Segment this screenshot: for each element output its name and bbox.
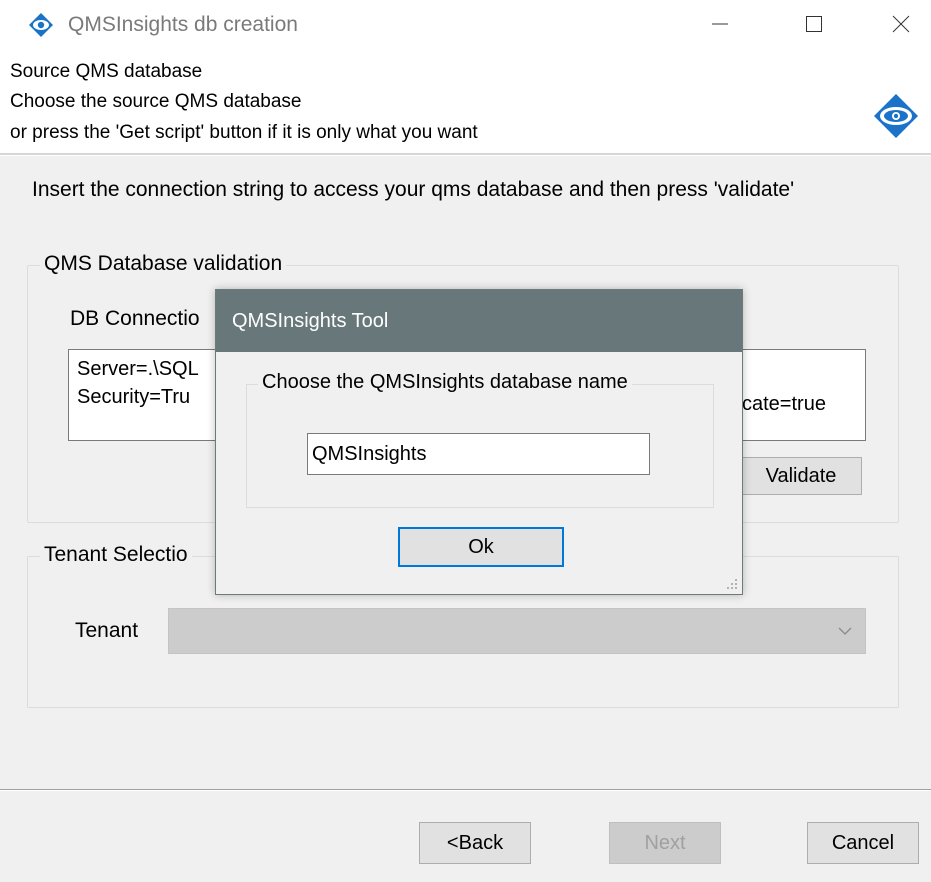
back-button[interactable]: <Back — [419, 822, 531, 864]
db-name-dialog: QMSInsights Tool Choose the QMSInsights … — [215, 289, 743, 595]
header-title: Source QMS database — [10, 61, 203, 82]
wizard-header: Source QMS database Choose the source QM… — [0, 56, 931, 153]
close-icon — [892, 15, 910, 33]
minimize-icon — [712, 23, 728, 25]
header-subtitle: Choose the source QMS database — [10, 91, 302, 112]
dialog-title-bar[interactable]: QMSInsights Tool — [216, 290, 742, 352]
connection-string-line2: Security=Tru — [77, 386, 191, 408]
footer-divider — [0, 789, 931, 791]
minimize-button[interactable] — [690, 0, 750, 48]
header-divider — [0, 153, 931, 156]
db-connection-label: DB Connectio — [70, 307, 200, 330]
maximize-icon — [806, 16, 822, 32]
chevron-down-icon — [838, 627, 852, 635]
tenant-select[interactable] — [168, 608, 866, 654]
eye-logo-icon — [29, 13, 53, 37]
tenant-group-legend: Tenant Selectio — [40, 543, 192, 567]
title-bar: QMSInsights db creation — [0, 0, 931, 56]
db-name-input[interactable]: QMSInsights — [307, 433, 650, 475]
tenant-label: Tenant — [75, 619, 139, 642]
instruction-text: Insert the connection string to access y… — [32, 178, 795, 201]
connection-string-tail: cate=true — [742, 393, 826, 415]
dialog-title: QMSInsights Tool — [232, 310, 389, 332]
wizard-window: QMSInsights db creation Source QMS datab… — [0, 0, 931, 882]
header-hint: or press the 'Get script' button if it i… — [10, 122, 478, 143]
resize-grip-icon[interactable] — [726, 578, 738, 590]
close-button[interactable] — [871, 0, 931, 48]
maximize-button[interactable] — [784, 0, 844, 48]
window-title: QMSInsights db creation — [68, 13, 298, 36]
validate-button[interactable]: Validate — [740, 457, 862, 495]
cancel-button[interactable]: Cancel — [807, 822, 919, 864]
connection-string-line1: Server=.\SQL — [77, 358, 199, 380]
ok-button[interactable]: Ok — [398, 527, 564, 567]
next-button[interactable]: Next — [609, 822, 721, 864]
db-name-group-legend: Choose the QMSInsights database name — [258, 371, 632, 394]
validation-group-legend: QMS Database validation — [40, 252, 287, 276]
eye-logo-icon — [874, 94, 918, 138]
